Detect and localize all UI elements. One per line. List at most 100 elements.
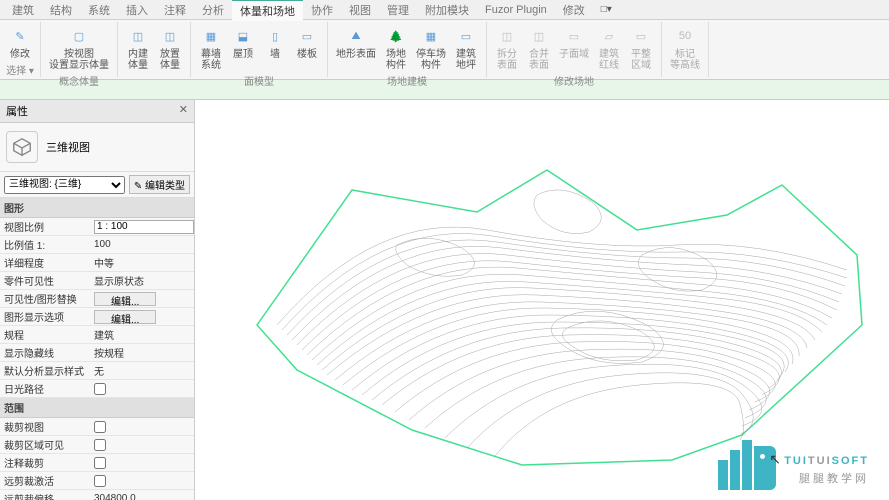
properties-list: 图形视图比例比例值 1:100详细程度中等零件可见性显示原状态可见性/图形替换编…	[0, 198, 194, 500]
ribbon-button[interactable]: ✎修改	[4, 22, 36, 62]
ribbon-group: ◫内建体量◫放置体量	[118, 22, 191, 77]
ribbon-group-label: 场地建模	[387, 73, 427, 88]
property-value[interactable]	[92, 475, 194, 487]
ribbon-icon: ▯	[263, 24, 287, 48]
ribbon-button: ▭子面域	[555, 22, 593, 73]
ribbon-group: ▢按视图设置显示体量概念体量	[41, 22, 118, 77]
menu-item[interactable]: 结构	[42, 0, 80, 20]
ribbon-group: 50标记等高线	[662, 22, 709, 77]
menu-tool[interactable]: □▾	[593, 2, 620, 17]
property-input[interactable]	[94, 220, 194, 234]
property-row: 裁剪视图	[0, 418, 194, 436]
ribbon-icon: ▭	[562, 24, 586, 48]
property-category[interactable]: 图形	[0, 198, 194, 218]
ribbon-label: 楼板	[297, 49, 317, 60]
property-value[interactable]: 显示原状态	[92, 273, 194, 288]
property-checkbox[interactable]	[94, 475, 106, 487]
type-selector-row[interactable]: 三维视图	[0, 123, 194, 172]
ribbon-group: ⛰地形表面🌲场地构件▦停车场构件▭建筑地坪场地建模	[328, 22, 487, 77]
menu-item[interactable]: 注释	[156, 0, 194, 20]
property-row: 可见性/图形替换编辑...	[0, 290, 194, 308]
menu-item[interactable]: 修改	[555, 0, 593, 20]
menu-item[interactable]: 管理	[379, 0, 417, 20]
ribbon-button[interactable]: ⬓屋顶	[227, 22, 259, 73]
menu-item[interactable]: 体量和场地	[232, 0, 303, 21]
ribbon-button[interactable]: ◫放置体量	[154, 22, 186, 73]
property-edit-button[interactable]: 编辑...	[94, 310, 156, 324]
property-row: 显示隐藏线按规程	[0, 344, 194, 362]
ribbon-icon: ▭	[454, 24, 478, 48]
ribbon-button[interactable]: 🌲场地构件	[380, 22, 412, 73]
ribbon-button: ▭平整区域	[625, 22, 657, 73]
ribbon-icon: ◫	[495, 24, 519, 48]
property-value[interactable]: 无	[92, 363, 194, 378]
ribbon-button: ◫合并表面	[523, 22, 555, 73]
viewport-3d[interactable]: TUITUISOFT 腿腿教学网 ↖	[195, 100, 889, 500]
property-key: 远剪裁偏移	[0, 491, 92, 500]
property-checkbox[interactable]	[94, 421, 106, 433]
ribbon-button: ▱建筑红线	[593, 22, 625, 73]
ribbon-button[interactable]: ▢按视图设置显示体量	[45, 22, 113, 73]
type-name: 三维视图	[46, 139, 90, 155]
property-checkbox[interactable]	[94, 457, 106, 469]
property-edit-button[interactable]: 编辑...	[94, 292, 156, 306]
property-key: 图形显示选项	[0, 309, 92, 324]
menu-item[interactable]: 视图	[341, 0, 379, 20]
instance-select[interactable]: 三维视图: {三维}	[4, 176, 125, 194]
ribbon-icon: 🌲	[384, 24, 408, 48]
ribbon-label: 建筑红线	[599, 49, 619, 71]
property-value[interactable]	[92, 220, 194, 234]
property-value[interactable]	[92, 421, 194, 433]
ribbon-label: 平整区域	[631, 49, 651, 71]
edit-type-button[interactable]: ✎ 编辑类型	[129, 175, 190, 194]
close-icon[interactable]: ✕	[179, 103, 188, 119]
ribbon-group: ◫拆分表面◫合并表面▭子面域▱建筑红线▭平整区域修改场地	[487, 22, 662, 77]
ribbon-icon: 50	[673, 24, 697, 48]
menu-item[interactable]: 分析	[194, 0, 232, 20]
ribbon-button[interactable]: ▦幕墙系统	[195, 22, 227, 73]
ribbon-label: 停车场构件	[416, 49, 446, 71]
property-key: 视图比例	[0, 219, 92, 234]
property-value[interactable]: 中等	[92, 255, 194, 270]
ribbon-icon: ◫	[158, 24, 182, 48]
property-category[interactable]: 范围	[0, 398, 194, 418]
ribbon-button[interactable]: ◫内建体量	[122, 22, 154, 73]
selection-bar	[0, 80, 889, 100]
menu-item[interactable]: 建筑	[4, 0, 42, 20]
property-checkbox[interactable]	[94, 439, 106, 451]
ribbon-button[interactable]: ▭楼板	[291, 22, 323, 73]
property-key: 显示隐藏线	[0, 345, 92, 360]
menu-item[interactable]: 插入	[118, 0, 156, 20]
property-row: 视图比例	[0, 218, 194, 236]
ribbon-label: 子面域	[559, 49, 589, 60]
property-row: 日光路径	[0, 380, 194, 398]
menu-item[interactable]: 协作	[303, 0, 341, 20]
property-value[interactable]: 建筑	[92, 327, 194, 342]
ribbon-button[interactable]: ▭建筑地坪	[450, 22, 482, 73]
ribbon-icon: ◫	[527, 24, 551, 48]
property-value[interactable]: 按规程	[92, 345, 194, 360]
property-value[interactable]: 编辑...	[92, 292, 194, 306]
ribbon-label: 建筑地坪	[456, 49, 476, 71]
ribbon-button[interactable]: ▯墙	[259, 22, 291, 73]
property-key: 零件可见性	[0, 273, 92, 288]
property-key: 规程	[0, 327, 92, 342]
menu-item[interactable]: 附加模块	[417, 0, 477, 20]
property-value[interactable]	[92, 383, 194, 395]
ribbon-button[interactable]: ▦停车场构件	[412, 22, 450, 73]
property-value[interactable]: 304800.0	[92, 493, 194, 500]
property-row: 图形显示选项编辑...	[0, 308, 194, 326]
property-key: 比例值 1:	[0, 237, 92, 252]
property-checkbox[interactable]	[94, 383, 106, 395]
property-key: 详细程度	[0, 255, 92, 270]
menu-item[interactable]: Fuzor Plugin	[477, 2, 555, 18]
ribbon-button[interactable]: ⛰地形表面	[332, 22, 380, 73]
instance-selector-row: 三维视图: {三维} ✎ 编辑类型	[0, 172, 194, 198]
ribbon-icon: ✎	[8, 24, 32, 48]
cube-icon	[6, 131, 38, 163]
property-value[interactable]	[92, 439, 194, 451]
menu-item[interactable]: 系统	[80, 0, 118, 20]
property-value[interactable]: 100	[92, 239, 194, 250]
property-value[interactable]: 编辑...	[92, 310, 194, 324]
property-value[interactable]	[92, 457, 194, 469]
